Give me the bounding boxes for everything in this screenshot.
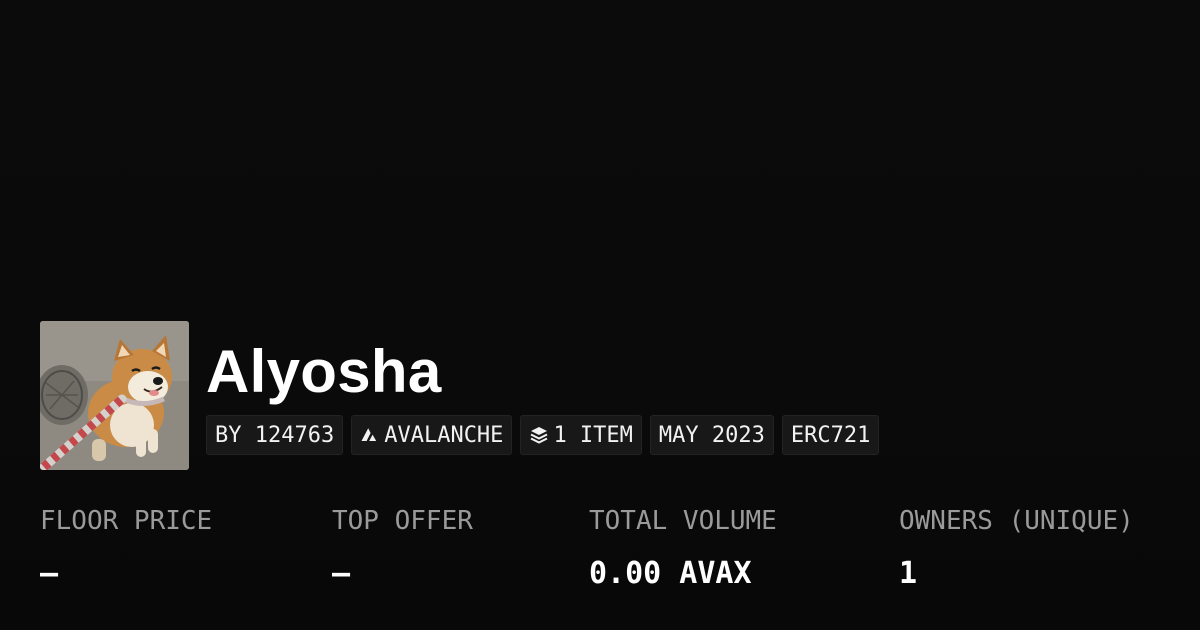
total-volume-stat: TOTAL VOLUME 0.00 AVAX xyxy=(589,505,777,592)
owners-label: OWNERS (UNIQUE) xyxy=(899,506,1134,536)
collection-tags: BY 124763 AVALANCHE 1 ITEM MAY 2023 ERC7… xyxy=(206,415,880,455)
collection-avatar xyxy=(40,321,189,470)
date-label: MAY 2023 xyxy=(658,422,765,448)
shiba-dog-image xyxy=(40,321,189,470)
total-volume-label: TOTAL VOLUME xyxy=(589,506,777,536)
items-label: 1 ITEM xyxy=(553,422,633,448)
chain-tag[interactable]: AVALANCHE xyxy=(351,415,513,455)
creator-tag[interactable]: BY 124763 xyxy=(206,415,344,455)
collection-card: Alyosha BY 124763 AVALANCHE 1 ITEM MAY 2… xyxy=(0,0,1200,630)
floor-price-stat: FLOOR PRICE — xyxy=(40,505,212,592)
floor-price-label: FLOOR PRICE xyxy=(40,506,213,536)
collection-title: Alyosha xyxy=(206,338,442,405)
floor-price-value: — xyxy=(40,556,59,591)
top-offer-stat: TOP OFFER — xyxy=(332,505,473,592)
items-tag[interactable]: 1 ITEM xyxy=(520,415,642,455)
layers-icon xyxy=(529,425,549,445)
total-volume-value: 0.00 AVAX xyxy=(589,556,752,591)
chain-label: AVALANCHE xyxy=(384,422,504,448)
owners-stat: OWNERS (UNIQUE) 1 xyxy=(899,505,1134,592)
standard-label: ERC721 xyxy=(790,422,871,448)
date-tag: MAY 2023 xyxy=(649,415,774,455)
owners-value: 1 xyxy=(899,556,918,591)
top-offer-value: — xyxy=(332,556,351,591)
avalanche-logo-icon xyxy=(360,425,380,445)
creator-label: BY 124763 xyxy=(215,422,335,448)
standard-tag: ERC721 xyxy=(781,415,880,455)
top-offer-label: TOP OFFER xyxy=(332,506,473,536)
